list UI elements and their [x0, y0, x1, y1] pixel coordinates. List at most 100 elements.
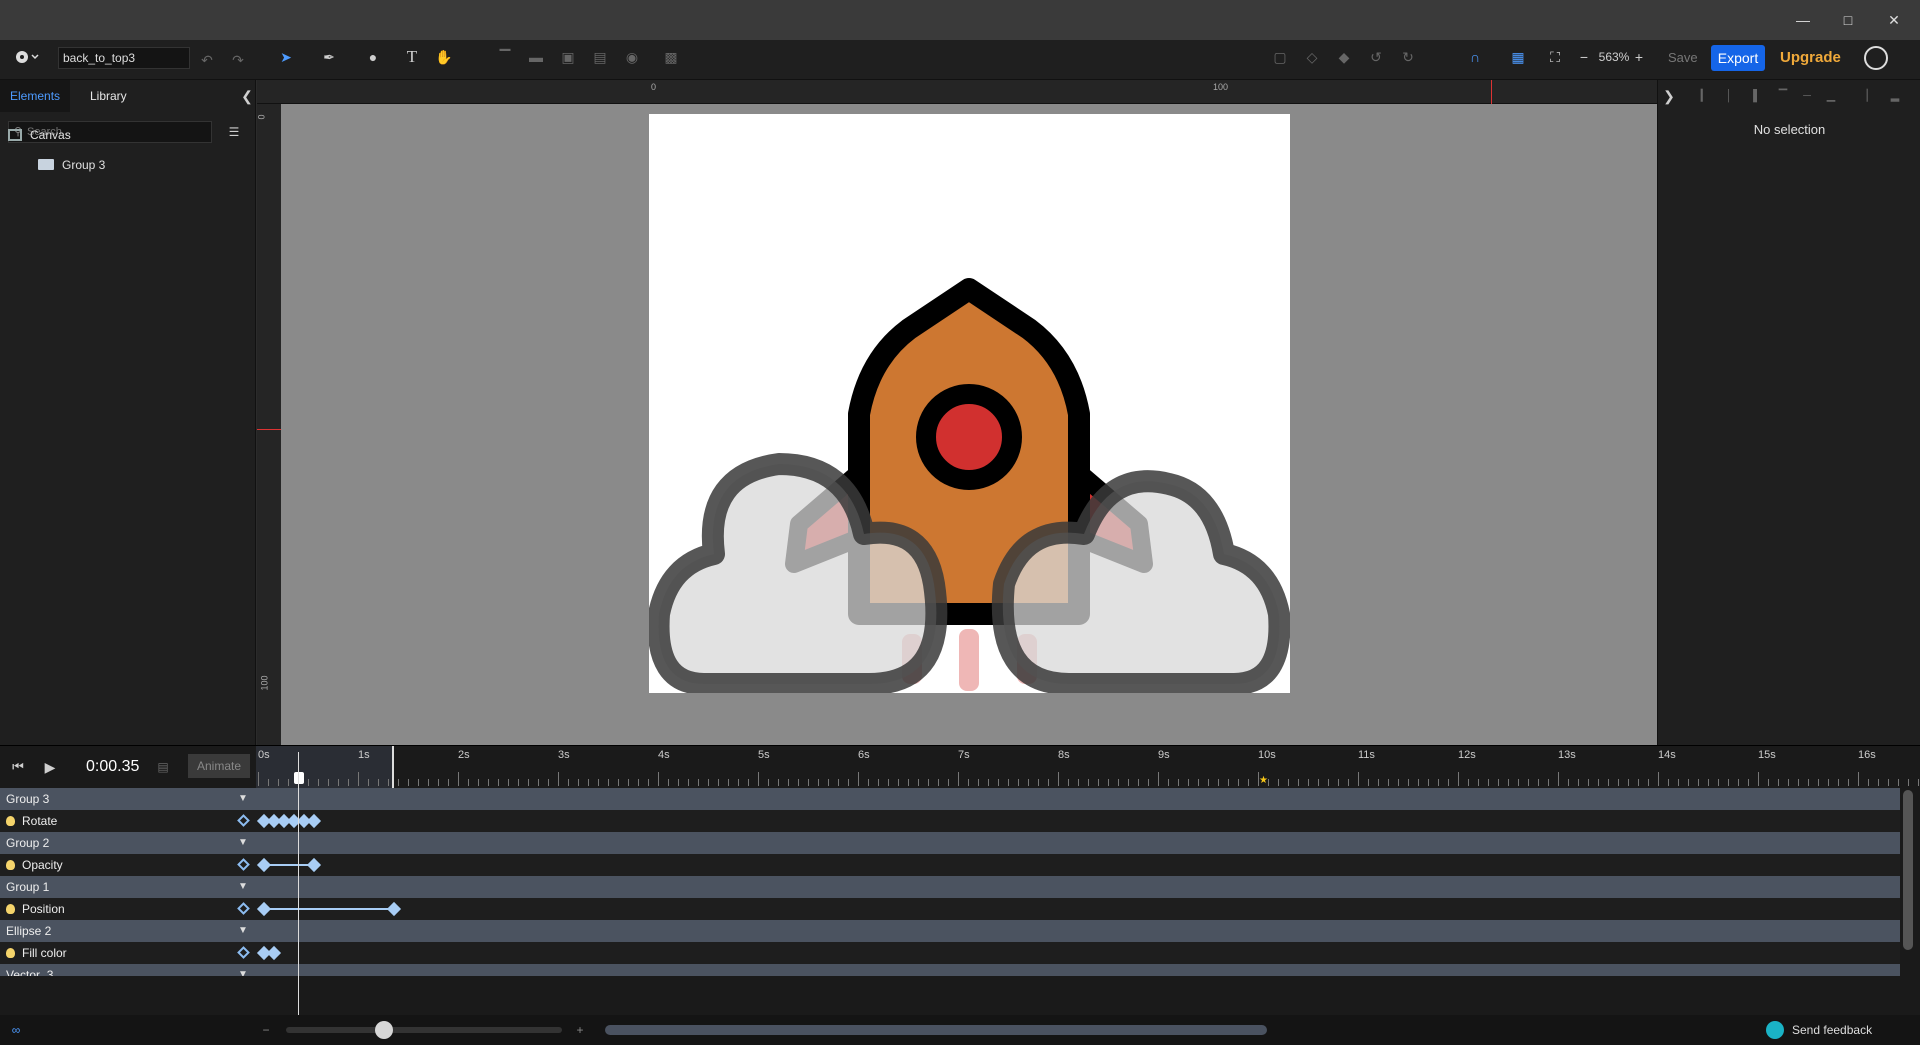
boolean-icon[interactable]: ▩ — [656, 47, 686, 67]
keyframe-diamond[interactable] — [256, 901, 272, 917]
collapse-panel-icon[interactable]: ❮ — [240, 86, 254, 106]
visibility-bulb-icon[interactable] — [6, 860, 15, 870]
timeline-group-row[interactable]: Ellipse 2 ▼ — [0, 920, 1900, 942]
user-avatar-icon[interactable] — [1864, 46, 1888, 70]
maximize-icon[interactable]: □ — [1838, 10, 1858, 30]
keyframe-track[interactable] — [256, 810, 1900, 832]
snap-magnet-icon[interactable]: ∩ — [1460, 47, 1490, 67]
timeline-tick — [1878, 779, 1879, 786]
link-icon[interactable]: ∞ — [8, 1020, 24, 1040]
flip-horizontal-icon[interactable]: ◇ — [1304, 47, 1320, 67]
artboard[interactable] — [647, 114, 1291, 695]
collapse-icon[interactable]: ▼ — [238, 926, 248, 936]
zoom-timeline-out-icon[interactable]: − — [260, 1020, 272, 1040]
align-top-icon[interactable]: ▔ — [497, 47, 513, 67]
timeline-marker-icon[interactable]: ★ — [1259, 776, 1269, 786]
align-middle-icon[interactable]: ▬ — [528, 47, 544, 67]
align-center-h-icon[interactable]: │ — [1722, 86, 1736, 106]
add-keyframe-icon[interactable] — [237, 814, 250, 827]
timeline-property-row[interactable]: Position — [0, 898, 1900, 920]
hand-tool-icon[interactable]: ✋ — [434, 47, 454, 67]
playhead-handle[interactable] — [294, 772, 304, 784]
keyframe-diamond[interactable] — [386, 901, 402, 917]
group-icon[interactable]: ▣ — [560, 47, 576, 67]
rocket-cloud-illustration[interactable] — [647, 114, 1291, 695]
timeline-group-row[interactable]: Group 3 ▼ — [0, 788, 1900, 810]
timeline-scrollbar[interactable] — [1903, 790, 1913, 950]
graph-editor-icon[interactable]: ▤ — [155, 757, 171, 777]
grid-icon[interactable]: ▦ — [1503, 47, 1533, 67]
expand-panel-icon[interactable]: ❯ — [1662, 86, 1676, 106]
rotate-left-icon[interactable]: ↺ — [1368, 47, 1384, 67]
fit-screen-icon[interactable]: ⛶ — [1546, 47, 1564, 67]
timeline-group-row[interactable]: Group 1 ▼ — [0, 876, 1900, 898]
playhead-line[interactable] — [298, 752, 299, 1015]
select-tool-icon[interactable]: ➤ — [271, 47, 301, 67]
align-right-icon[interactable]: ▐ — [1746, 86, 1760, 106]
tab-elements[interactable]: Elements — [0, 80, 71, 112]
distribute-v-icon[interactable]: ▂ — [1888, 86, 1902, 106]
align-left-icon[interactable]: ▎ — [1698, 86, 1712, 106]
minimize-icon[interactable]: — — [1793, 10, 1813, 30]
pen-tool-icon[interactable]: ✒ — [314, 47, 344, 67]
upgrade-button[interactable]: Upgrade — [1780, 47, 1844, 69]
keyframe-diamond[interactable] — [266, 945, 282, 961]
zoom-timeline-in-icon[interactable]: + — [574, 1020, 586, 1040]
timeline-tick — [1568, 779, 1569, 786]
align-center-v-icon[interactable]: ─ — [1800, 86, 1814, 106]
keyframe-diamond[interactable] — [256, 857, 272, 873]
timeline-horizontal-scrollbar[interactable] — [605, 1025, 1267, 1035]
keyframe-track[interactable] — [256, 942, 1900, 964]
tree-item-group-3[interactable]: Group 3 — [38, 155, 238, 175]
ungroup-icon[interactable]: ▤ — [592, 47, 608, 67]
timeline-property-row[interactable]: Rotate — [0, 810, 1900, 832]
keyframe-diamond[interactable] — [306, 857, 322, 873]
timeline-group-row[interactable]: Group 2 ▼ — [0, 832, 1900, 854]
app-logo-icon[interactable] — [12, 47, 42, 67]
visibility-bulb-icon[interactable] — [6, 948, 15, 958]
visibility-bulb-icon[interactable] — [6, 904, 15, 914]
shape-tool-icon[interactable]: ● — [358, 47, 388, 67]
add-keyframe-icon[interactable] — [237, 902, 250, 915]
collapse-icon[interactable]: ▼ — [238, 970, 248, 977]
animate-button[interactable]: Animate — [188, 754, 250, 778]
timeline-zoom-track[interactable] — [286, 1027, 562, 1033]
timeline-zoom-handle[interactable] — [375, 1021, 393, 1039]
collapse-icon[interactable]: ▼ — [238, 794, 248, 804]
timeline-ruler[interactable]: 0s 1s 2s 3s 4s 5s 6s 7s 8s 9s 10s 11s 12s 13s 14s 15s 16… — [256, 746, 1920, 788]
zoom-in-button[interactable]: + — [1633, 47, 1645, 67]
collapse-icon[interactable]: ▼ — [238, 882, 248, 892]
timeline-group-row[interactable]: Vector_3 ▼ — [0, 964, 1900, 976]
zoom-out-button[interactable]: − — [1578, 47, 1590, 67]
zoom-level[interactable]: 563% — [1593, 47, 1635, 67]
filename-input[interactable] — [58, 47, 190, 69]
transform-icon[interactable]: ▢ — [1272, 47, 1288, 67]
text-tool-icon[interactable]: T — [402, 47, 422, 67]
send-feedback-button[interactable]: Send feedback — [1766, 1020, 1872, 1040]
timeline-property-row[interactable]: Opacity — [0, 854, 1900, 876]
mask-icon[interactable]: ◉ — [624, 47, 640, 67]
distribute-h-icon[interactable]: ▏ — [1864, 86, 1878, 106]
save-button[interactable]: Save — [1668, 47, 1704, 69]
keyframe-diamond[interactable] — [306, 813, 322, 829]
keyframe-track[interactable] — [256, 898, 1900, 920]
collapse-icon[interactable]: ▼ — [238, 838, 248, 848]
close-icon[interactable]: ✕ — [1884, 10, 1904, 30]
add-keyframe-icon[interactable] — [237, 946, 250, 959]
undo-icon[interactable]: ↶ — [198, 50, 216, 70]
flip-vertical-icon[interactable]: ◆ — [1336, 47, 1352, 67]
export-button[interactable]: Export — [1711, 45, 1765, 71]
tree-item-canvas[interactable]: Canvas — [8, 125, 208, 145]
rotate-right-icon[interactable]: ↻ — [1400, 47, 1416, 67]
visibility-bulb-icon[interactable] — [6, 816, 15, 826]
keyframe-track[interactable] — [256, 854, 1900, 876]
redo-icon[interactable]: ↷ — [229, 50, 247, 70]
skip-to-start-icon[interactable]: ⏮ — [10, 757, 26, 777]
add-keyframe-icon[interactable] — [237, 858, 250, 871]
align-top-edge-icon[interactable]: ▔ — [1776, 86, 1790, 106]
timeline-property-row[interactable]: Fill color — [0, 942, 1900, 964]
tab-library[interactable]: Library — [80, 80, 137, 112]
list-options-icon[interactable]: ☰ — [226, 122, 242, 142]
play-icon[interactable]: ▶ — [42, 757, 58, 777]
align-bottom-icon[interactable]: ▁ — [1824, 86, 1838, 106]
